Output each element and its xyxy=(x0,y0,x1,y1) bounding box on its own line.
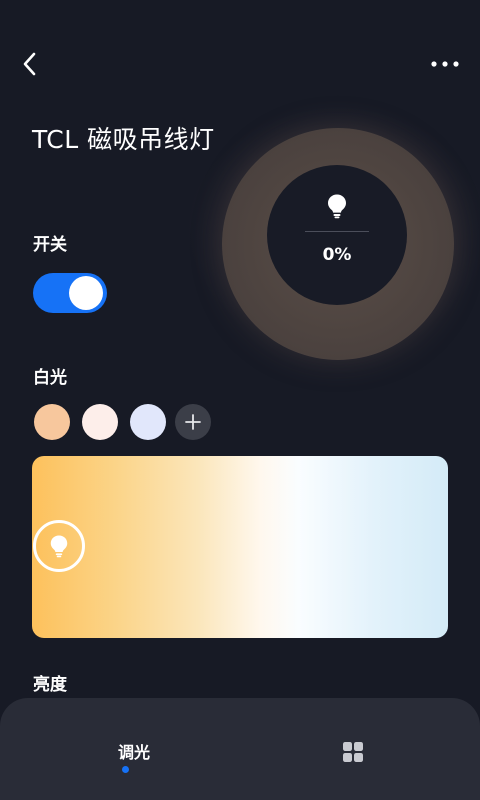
brightness-value: 0% xyxy=(322,245,352,265)
white-light-label: 白光 xyxy=(33,368,67,388)
color-preset-neutral[interactable] xyxy=(82,404,118,440)
color-temperature-handle[interactable] xyxy=(33,520,85,572)
color-preset-cool[interactable] xyxy=(130,404,166,440)
toggle-knob xyxy=(69,276,103,310)
ring-divider xyxy=(305,231,369,232)
color-temperature-slider[interactable] xyxy=(32,456,448,638)
brightness-label: 亮度 xyxy=(33,675,67,695)
power-toggle[interactable] xyxy=(33,273,107,313)
tab-dimming[interactable]: 调光 xyxy=(98,739,170,763)
more-dots-icon xyxy=(431,61,459,67)
chevron-left-icon xyxy=(23,52,36,76)
plus-icon xyxy=(185,414,201,430)
back-button[interactable] xyxy=(14,48,46,80)
grid-icon[interactable] xyxy=(341,740,365,764)
page-title: TCL 磁吸吊线灯 xyxy=(32,125,215,154)
bottom-nav xyxy=(0,698,480,800)
lightbulb-icon xyxy=(50,535,68,558)
more-button[interactable] xyxy=(428,50,462,78)
ring-center xyxy=(267,165,407,305)
active-tab-indicator xyxy=(122,766,129,773)
lightbulb-icon xyxy=(328,194,346,219)
add-preset-button[interactable] xyxy=(175,404,211,440)
color-preset-warm[interactable] xyxy=(34,404,70,440)
power-label: 开关 xyxy=(33,235,67,255)
